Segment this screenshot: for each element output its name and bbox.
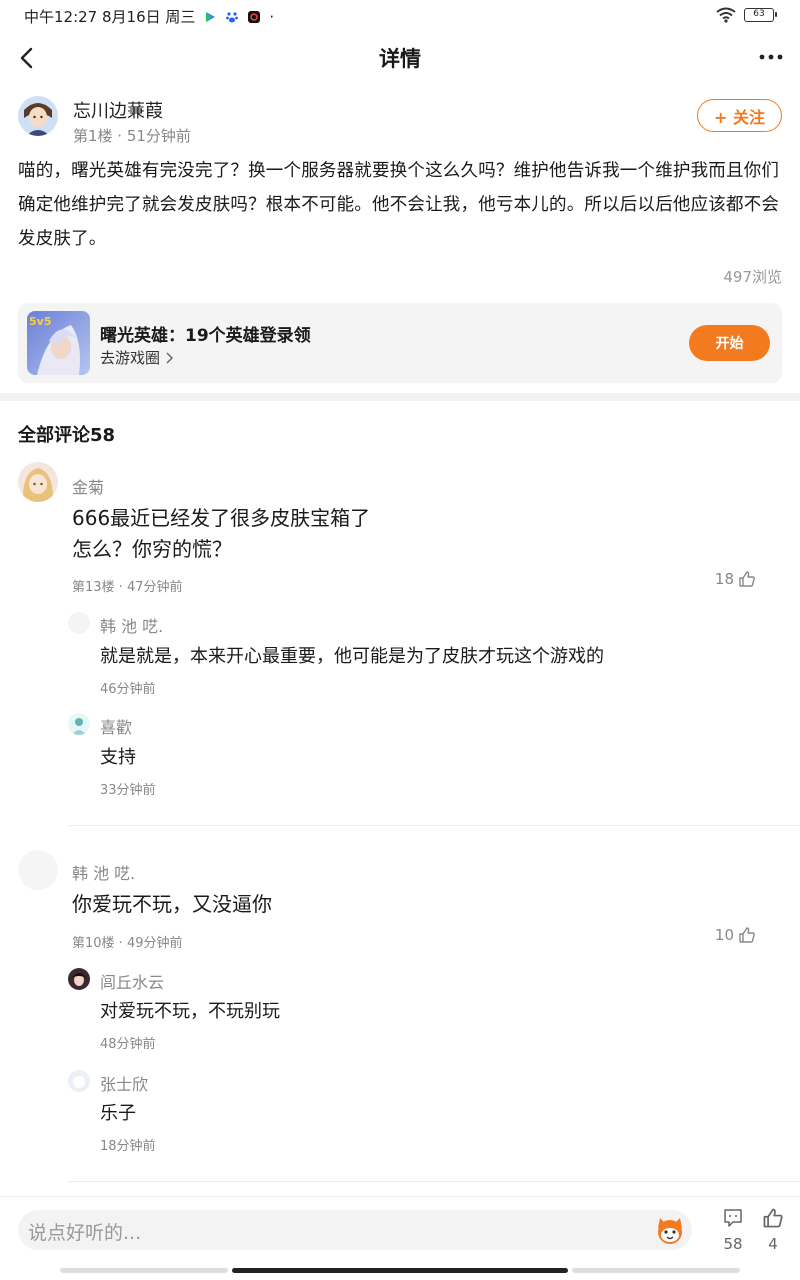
commenter-name[interactable]: 韩 池 呓.: [72, 860, 135, 884]
like-count: 10: [714, 926, 734, 944]
reply-text: 就是就是，本来开心最重要，他可能是为了皮肤才玩这个游戏的: [100, 646, 604, 667]
more-icon[interactable]: [756, 42, 786, 72]
thumbs-up-icon: [739, 571, 755, 587]
commenter-avatar[interactable]: [18, 462, 58, 502]
gesture-bar-right: [572, 1268, 740, 1273]
reply-time: 33分钟前: [100, 783, 156, 798]
replier-name[interactable]: 张士欣: [100, 1071, 148, 1095]
game-circle-link[interactable]: 去游戏圈: [100, 347, 174, 368]
comment-meta: 第13楼 · 47分钟前: [72, 580, 183, 595]
status-dot: ·: [269, 7, 275, 26]
home-indicator[interactable]: [232, 1268, 568, 1273]
reply-time: 48分钟前: [100, 1037, 156, 1052]
comments-header: 全部评论58: [18, 425, 116, 446]
battery-icon: 63: [744, 8, 777, 22]
reply-text: 对爱玩不玩，不玩别玩: [100, 1001, 280, 1022]
reply-text: 乐子: [100, 1103, 136, 1124]
author-avatar[interactable]: [18, 96, 58, 136]
follow-button[interactable]: + 关注: [697, 99, 782, 132]
replier-name[interactable]: 韩 池 呓.: [100, 613, 163, 637]
replier-name[interactable]: 闾丘水云: [100, 969, 164, 993]
comment-divider: [68, 1181, 800, 1182]
play-store-icon: [206, 11, 216, 22]
chevron-right-icon: [166, 351, 174, 364]
video-app-icon: [248, 10, 261, 23]
comment-count: 58: [723, 1235, 743, 1253]
game-title: 曙光英雄：19个英雄登录领: [100, 326, 311, 346]
section-divider: [0, 393, 800, 401]
thumbs-up-icon: [739, 927, 755, 943]
replier-avatar[interactable]: [68, 713, 90, 735]
back-icon[interactable]: [14, 44, 42, 72]
comment-text-line: 666最近已经发了很多皮肤宝箱了: [72, 506, 371, 530]
reply-text: 支持: [100, 747, 136, 768]
post-meta: 第1楼 · 51分钟前: [73, 127, 191, 145]
commenter-name[interactable]: 金菊: [72, 474, 104, 498]
game-card[interactable]: 5v5 曙光英雄：19个英雄登录领 去游戏圈 开始: [18, 303, 782, 383]
baidu-paw-icon: [226, 11, 239, 22]
status-bar: 中午12:27 8月16日 周三 · 63: [0, 0, 800, 32]
comment-meta: 第10楼 · 49分钟前: [72, 936, 183, 951]
page-title: 详情: [379, 47, 421, 71]
replier-avatar[interactable]: [68, 612, 90, 634]
comment-input[interactable]: 说点好听的...: [18, 1210, 692, 1250]
game-thumbnail: 5v5: [27, 311, 90, 375]
replier-avatar[interactable]: [68, 1070, 90, 1092]
view-count: 497浏览: [723, 268, 782, 286]
emoji-icon[interactable]: [654, 1214, 686, 1246]
comment-text-line: 你爱玩不玩，又没逼你: [72, 892, 272, 916]
like-button[interactable]: 18: [715, 570, 756, 588]
like-button[interactable]: 10: [715, 926, 756, 944]
reply-time: 46分钟前: [100, 682, 156, 697]
reply-time: 18分钟前: [100, 1139, 156, 1154]
commenter-avatar[interactable]: [18, 850, 58, 890]
comment-count-button[interactable]: 58: [718, 1207, 748, 1253]
comment-text-line: 怎么？你穷的慌？: [72, 537, 232, 561]
replier-avatar[interactable]: [68, 968, 90, 990]
status-time: 中午12:27 8月16日 周三: [24, 8, 196, 26]
gesture-bar-left: [60, 1268, 228, 1273]
like-count: 18: [714, 570, 734, 588]
start-button[interactable]: 开始: [689, 325, 770, 361]
wifi-icon: [716, 7, 736, 23]
comment-bubble-icon: [724, 1209, 742, 1227]
author-name[interactable]: 忘川边蒹葭: [73, 97, 163, 123]
like-count: 4: [768, 1235, 778, 1253]
game-badge: 5v5: [29, 315, 51, 328]
comment-input-placeholder: 说点好听的...: [28, 1222, 142, 1244]
comment-divider: [68, 825, 800, 826]
replier-name[interactable]: 喜歡: [100, 714, 132, 738]
game-link-label: 去游戏圈: [100, 349, 161, 367]
nav-bar: 详情: [0, 34, 800, 80]
post-body: 喵的，曙光英雄有完没完了？换一个服务器就要换个这么久吗？维护他告诉我一个维护我而…: [18, 161, 780, 249]
post-like-button[interactable]: 4: [758, 1207, 788, 1253]
thumbs-up-icon: [763, 1208, 783, 1228]
